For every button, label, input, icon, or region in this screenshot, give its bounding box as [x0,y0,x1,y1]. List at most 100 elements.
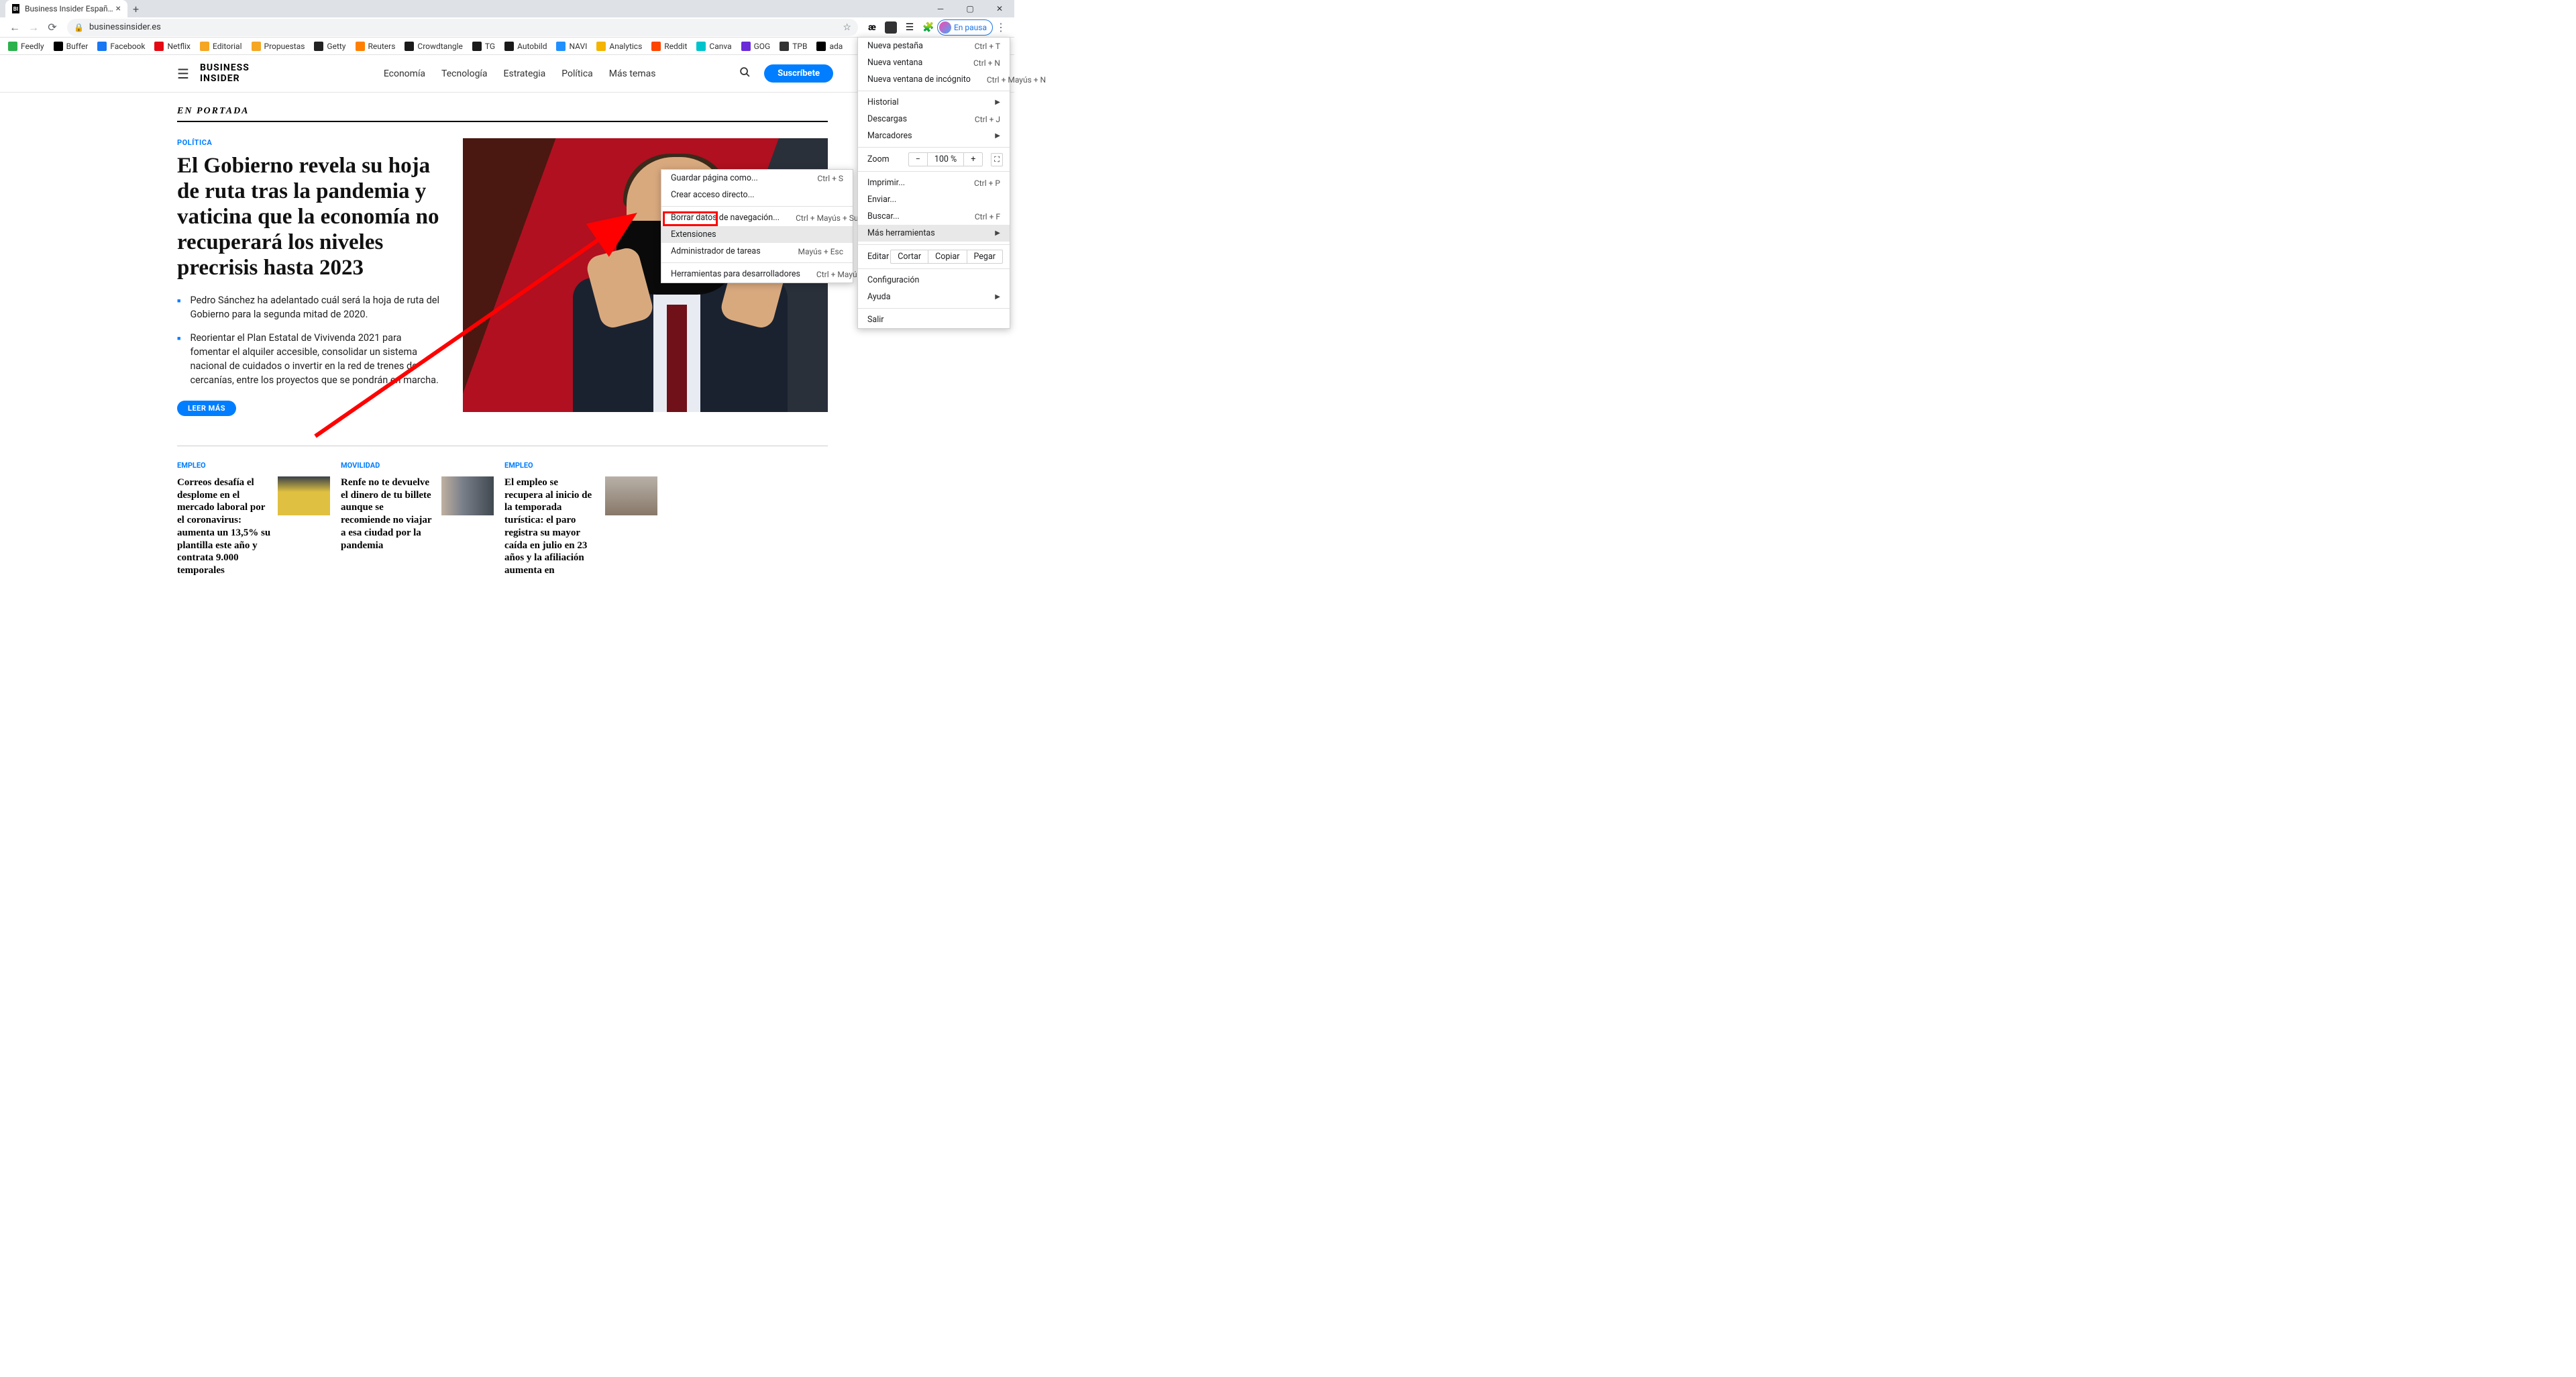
secondary-category: EMPLEO [504,461,657,470]
bookmark-item[interactable]: Reuters [356,42,396,51]
bookmark-label: Netflix [167,42,191,51]
bookmark-item[interactable]: ada [816,42,843,51]
site-logo[interactable]: BUSINESS INSIDER [200,63,250,84]
menu-cast[interactable]: Enviar... [858,191,1010,208]
bookmark-icon [780,42,789,51]
menu-new-tab[interactable]: Nueva pestañaCtrl + T [858,38,1010,54]
hamburger-icon[interactable]: ☰ [177,66,189,82]
zoom-value: 100 % [928,153,964,166]
secondary-story[interactable]: EMPLEO Correos desafía el desplome en el… [177,461,330,577]
secondary-story[interactable]: EMPLEO El empleo se recupera al inicio d… [504,461,657,577]
browser-toolbar: ← → ⟳ 🔒 businessinsider.es ☆ æ ☰ 🧩 En pa… [0,17,1014,38]
zoom-label: Zoom [865,154,900,164]
chrome-menu-button[interactable]: ⋮ [993,21,1009,34]
paste-button[interactable]: Pegar [967,250,1003,263]
profile-chip[interactable]: En pausa [937,19,993,36]
lead-headline[interactable]: El Gobierno revela su hoja de ruta tras … [177,154,443,281]
bookmark-icon [54,42,63,51]
nav-item[interactable]: Estrategia [504,68,546,79]
menu-save-page-as[interactable]: Guardar página como...Ctrl + S [661,170,853,187]
bookmark-item[interactable]: TG [472,42,495,51]
maximize-button[interactable]: ▢ [955,0,985,17]
new-tab-button[interactable]: + [133,3,139,15]
profile-status: En pausa [954,23,987,32]
menu-settings[interactable]: Configuración [858,272,1010,289]
menu-more-tools[interactable]: Más herramientas▶ [858,225,1010,242]
bookmark-item[interactable]: GOG [741,42,771,51]
close-tab-icon[interactable]: × [116,3,121,14]
menu-new-incognito[interactable]: Nueva ventana de incógnitoCtrl + Mayús +… [858,71,1010,88]
bookmark-item[interactable]: NAVI [556,42,587,51]
menu-print[interactable]: Imprimir...Ctrl + P [858,174,1010,191]
bookmark-item[interactable]: Editorial [200,42,241,51]
bookmark-item[interactable]: Autobild [504,42,547,51]
subscribe-button[interactable]: Suscríbete [764,64,833,83]
ext-icon-3[interactable]: ☰ [904,21,916,34]
bookmark-item[interactable]: TPB [780,42,807,51]
secondary-thumbnail [278,476,330,515]
bookmark-icon [97,42,107,51]
browser-titlebar: BI Business Insider España: Actuali × + … [0,0,1014,17]
bookmark-label: Autobild [517,42,547,51]
bookmark-item[interactable]: Crowdtangle [405,42,463,51]
search-icon[interactable] [739,66,751,81]
zoom-in-button[interactable]: + [964,153,982,166]
ext-icon-1[interactable]: æ [866,21,878,34]
copy-button[interactable]: Copiar [928,250,967,263]
menu-downloads[interactable]: DescargasCtrl + J [858,111,1010,128]
secondary-story[interactable]: MOVILIDAD Renfe no te devuelve el dinero… [341,461,494,577]
menu-help[interactable]: Ayuda▶ [858,289,1010,305]
bookmark-item[interactable]: Getty [314,42,345,51]
menu-clear-browsing-data[interactable]: Borrar datos de navegación...Ctrl + Mayú… [661,209,853,226]
browser-tab[interactable]: BI Business Insider España: Actuali × [5,0,127,17]
menu-developer-tools[interactable]: Herramientas para desarrolladoresCtrl + … [661,266,853,283]
menu-exit[interactable]: Salir [858,311,1010,328]
bookmark-item[interactable]: Reddit [651,42,687,51]
menu-create-shortcut[interactable]: Crear acceso directo... [661,187,853,203]
menu-task-manager[interactable]: Administrador de tareasMayús + Esc [661,243,853,260]
secondary-title: El empleo se recupera al inicio de la te… [504,476,598,577]
lead-category[interactable]: POLÍTICA [177,138,443,147]
lead-bullets: Pedro Sánchez ha adelantado cuál será la… [177,293,443,387]
menu-bookmarks[interactable]: Marcadores▶ [858,128,1010,144]
star-icon[interactable]: ☆ [843,22,851,33]
zoom-out-button[interactable]: − [909,153,928,166]
bookmark-item[interactable]: Analytics [596,42,642,51]
reload-button[interactable]: ⟳ [43,18,62,37]
site-nav: Economía Tecnología Estrategia Política Más … [384,68,656,79]
back-button[interactable]: ← [5,18,24,37]
bookmark-item[interactable]: Propuestas [252,42,305,51]
fullscreen-button[interactable]: ⛶ [991,153,1003,166]
bookmark-label: TPB [792,42,807,51]
menu-history[interactable]: Historial▶ [858,94,1010,111]
nav-item[interactable]: Tecnología [441,68,487,79]
cut-button[interactable]: Cortar [891,250,928,263]
menu-find[interactable]: Buscar...Ctrl + F [858,208,1010,225]
address-bar[interactable]: 🔒 businessinsider.es ☆ [67,19,858,36]
bookmark-item[interactable]: Facebook [97,42,145,51]
menu-extensions[interactable]: Extensiones [661,226,853,243]
nav-item[interactable]: Más temas [609,68,656,79]
minimize-button[interactable]: ─ [926,0,955,17]
bookmark-label: Facebook [110,42,145,51]
bookmark-item[interactable]: Canva [696,42,731,51]
bookmark-label: Reuters [368,42,396,51]
bookmark-item[interactable]: Netflix [154,42,191,51]
bookmark-item[interactable]: Buffer [54,42,89,51]
close-window-button[interactable]: ✕ [985,0,1014,17]
nav-item[interactable]: Economía [384,68,425,79]
section-heading: EN PORTADA [177,106,828,122]
nav-item[interactable]: Política [561,68,593,79]
bookmark-icon [504,42,514,51]
secondary-category: MOVILIDAD [341,461,494,470]
tab-favicon: BI [12,4,19,13]
ext-icon-2[interactable] [885,21,897,34]
secondary-stories: EMPLEO Correos desafía el desplome en el… [177,446,828,577]
read-more-button[interactable]: LEER MÁS [177,401,236,416]
bookmark-icon [816,42,826,51]
forward-button[interactable]: → [24,18,43,37]
extensions-puzzle-icon[interactable]: 🧩 [922,21,934,34]
bookmark-item[interactable]: Feedly [8,42,44,51]
menu-new-window[interactable]: Nueva ventanaCtrl + N [858,54,1010,71]
bookmark-icon [252,42,261,51]
